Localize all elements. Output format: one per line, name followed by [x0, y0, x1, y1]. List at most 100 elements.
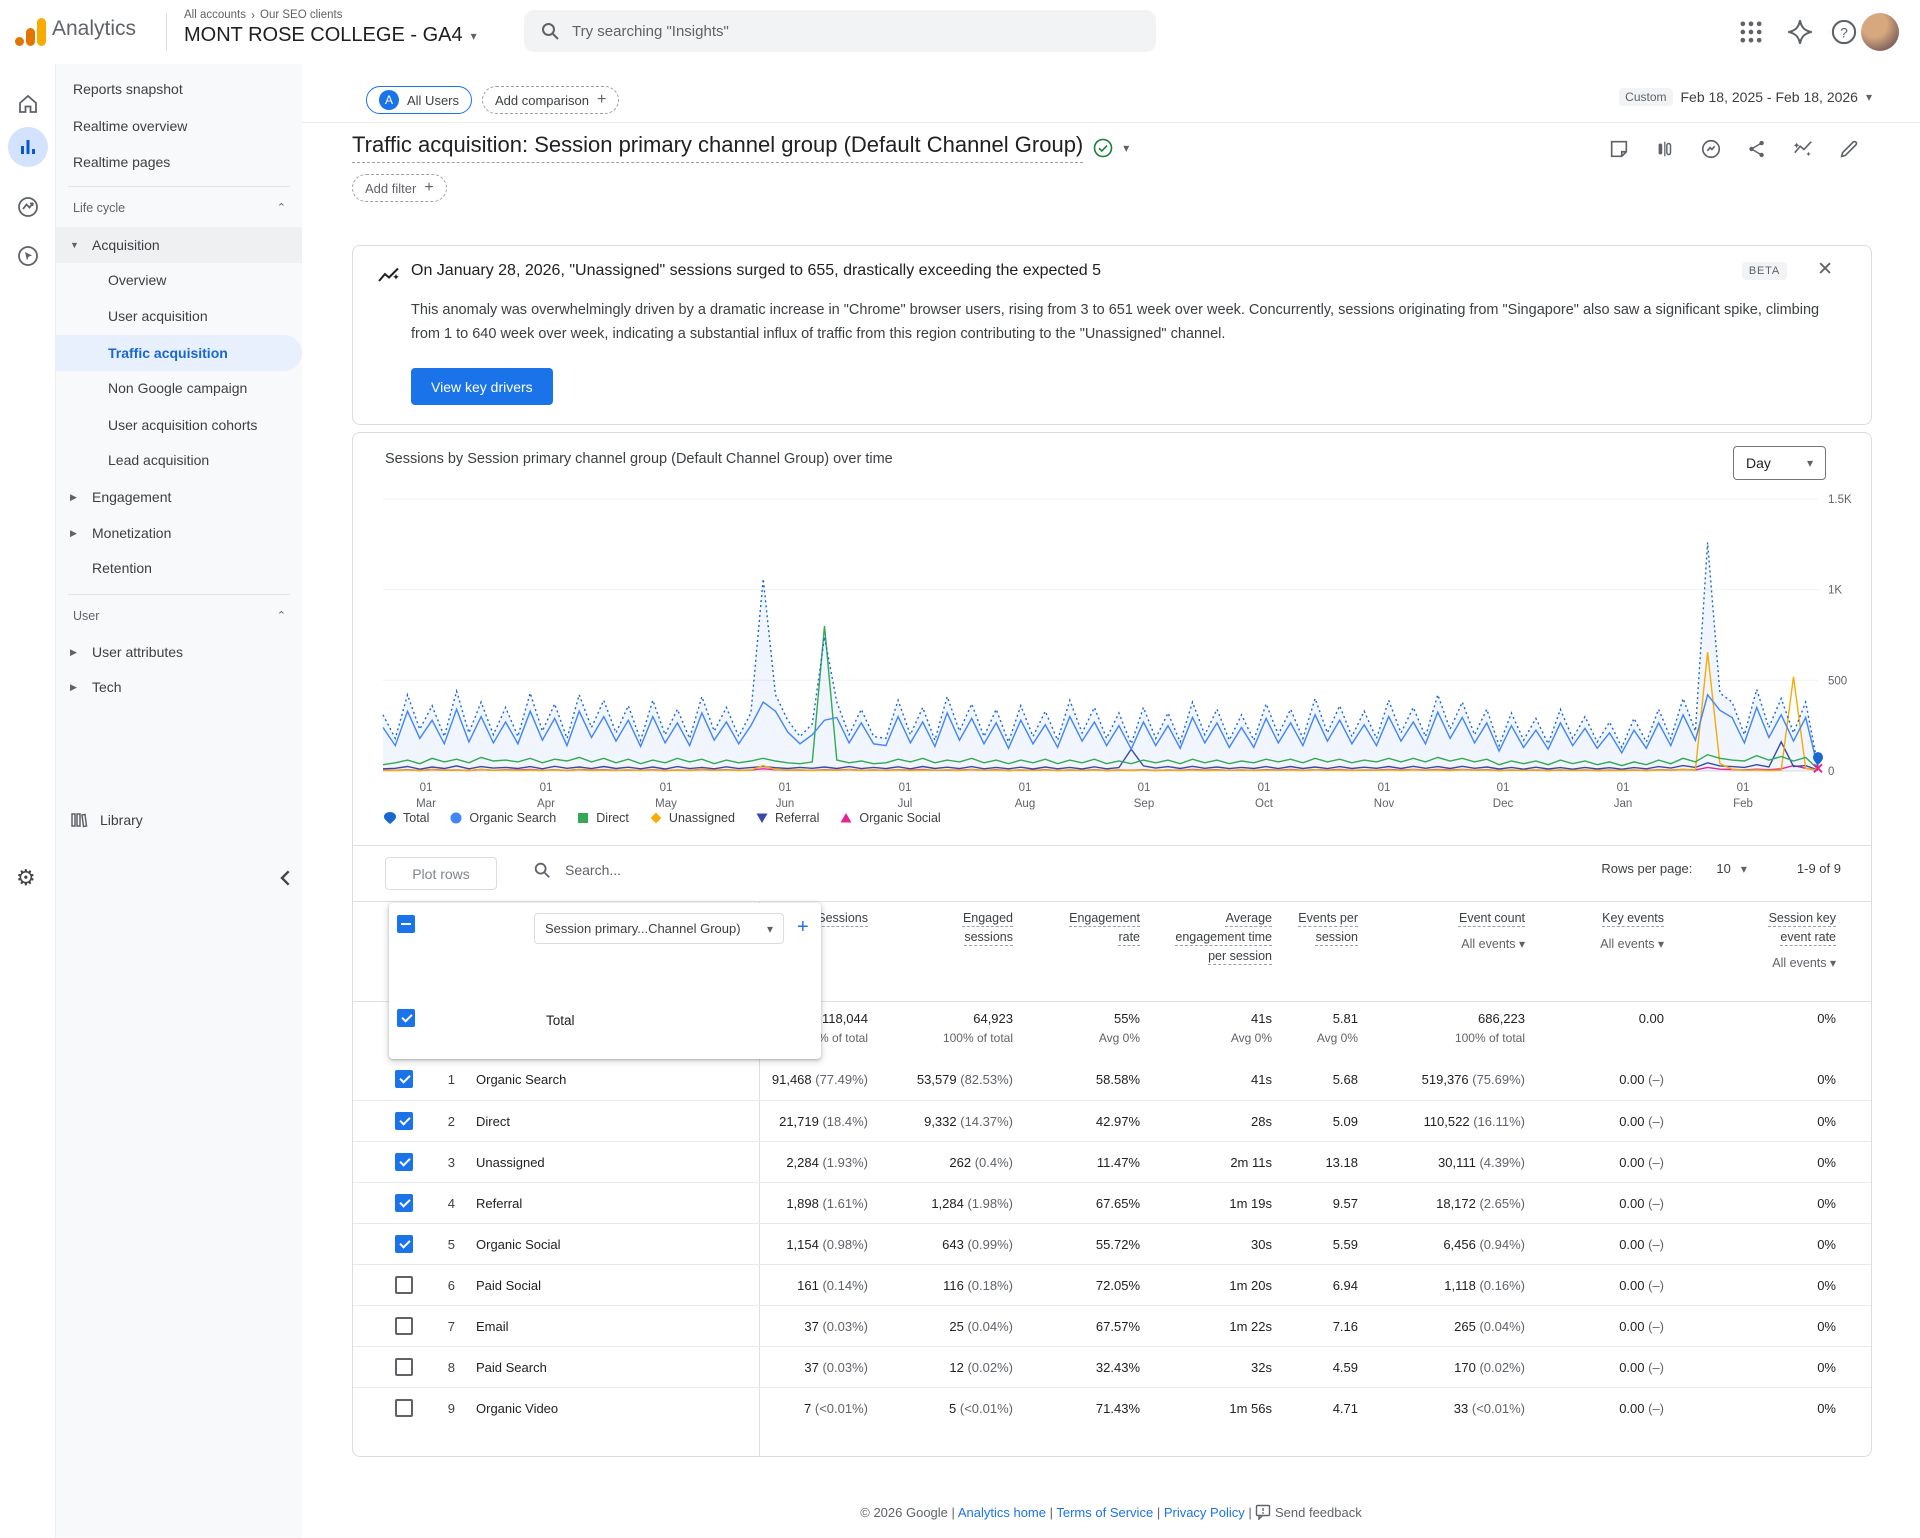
copyright: © 2026 Google	[860, 1505, 948, 1520]
snapshot-note-icon[interactable]	[1608, 138, 1630, 160]
nav-library[interactable]: Library	[56, 802, 302, 838]
table-row-organic-social: 5Organic Social1,154 (0.98%)643 (0.99%)5…	[353, 1223, 1871, 1264]
breadcrumb-all-accounts[interactable]: All accounts	[184, 9, 246, 21]
expand-arrow-icon[interactable]: ▼	[70, 227, 79, 263]
home-icon[interactable]	[16, 92, 40, 116]
row-checkbox[interactable]	[395, 1317, 413, 1335]
row-checkbox[interactable]	[395, 1070, 413, 1088]
collapse-section-icon[interactable]: ⌃	[277, 598, 286, 634]
column-header-session-key-event-rate[interactable]: Session key event rateAll events ▾	[1741, 909, 1836, 973]
nav-retention[interactable]: Retention	[56, 550, 302, 586]
row-number: 5	[435, 1237, 455, 1252]
column-header-engaged-sessions[interactable]: Engaged sessions	[933, 909, 1013, 947]
reports-icon-selected[interactable]	[8, 127, 48, 167]
channel-name: Organic Search	[476, 1072, 566, 1087]
engagement-rate-cell: 67.57%	[1096, 1319, 1140, 1334]
plot-rows-button[interactable]: Plot rows	[385, 857, 497, 890]
channel-name: Organic Video	[476, 1401, 558, 1416]
legend-item-referral: Referral	[755, 811, 819, 825]
add-dimension-icon[interactable]: +	[797, 916, 809, 939]
admin-gear-icon[interactable]: ⚙	[16, 865, 40, 889]
breadcrumb[interactable]: All accounts › Our SEO clients	[184, 8, 342, 22]
nav-user-attributes[interactable]: ▶User attributes	[56, 634, 302, 670]
apps-grid-icon[interactable]	[1737, 18, 1765, 46]
report-valid-check-icon[interactable]	[1093, 138, 1113, 158]
column-header-events-per-session[interactable]: Events per session	[1296, 909, 1358, 947]
analytics-home-link[interactable]: Analytics home	[958, 1505, 1046, 1520]
add-filter-chip[interactable]: Add filter+	[352, 174, 447, 202]
column-header-event-count[interactable]: Event countAll events ▾	[1430, 909, 1525, 954]
share-icon[interactable]	[1746, 138, 1768, 160]
nav-user-acquisition-cohorts[interactable]: User acquisition cohorts	[56, 407, 302, 443]
row-checkbox[interactable]	[395, 1399, 413, 1417]
nav-non-google-campaign[interactable]: Non Google campaign	[56, 370, 302, 406]
row-checkbox[interactable]	[395, 1112, 413, 1130]
nav-user-acquisition[interactable]: User acquisition	[56, 298, 302, 334]
column-header-engagement-rate[interactable]: Engagement rate	[1045, 909, 1140, 947]
add-comparison-chip[interactable]: Add comparison+	[482, 86, 619, 114]
avg-engagement-time-cell: 2m 11s	[1230, 1155, 1272, 1170]
property-selector[interactable]: MONT ROSE COLLEGE - GA4 ▾	[184, 24, 477, 47]
advertising-icon[interactable]	[16, 244, 40, 268]
all-users-segment-chip[interactable]: A All Users	[366, 86, 472, 114]
global-search-input[interactable]: Try searching "Insights"	[524, 10, 1156, 52]
gemini-sparkle-icon[interactable]	[1786, 18, 1814, 46]
sessions-cell: 1,898 (1.61%)	[786, 1196, 868, 1211]
explore-icon[interactable]	[16, 195, 40, 219]
nav-reports-snapshot[interactable]: Reports snapshot	[56, 71, 302, 107]
date-range-picker[interactable]: Custom Feb 18, 2025 - Feb 18, 2026 ▾	[1619, 88, 1872, 106]
close-icon[interactable]: ✕	[1817, 258, 1833, 281]
column-header-average-engagement-time-per-session[interactable]: Average engagement time per session	[1162, 909, 1272, 966]
row-checkbox[interactable]	[395, 1153, 413, 1171]
caret-down-icon: ▾	[1807, 456, 1813, 470]
caret-down-icon[interactable]: ▾	[1123, 141, 1129, 155]
realtime-icon[interactable]	[1700, 138, 1722, 160]
key-events-cell: 0.00 (–)	[1619, 1360, 1664, 1375]
nav-section-lifecycle[interactable]: Life cycle⌃	[56, 190, 302, 226]
expand-arrow-icon[interactable]: ▶	[70, 634, 77, 670]
nav-traffic-acquisition-selected[interactable]: Traffic acquisition	[56, 335, 302, 371]
help-icon[interactable]: ?	[1830, 18, 1858, 46]
divider	[302, 122, 1920, 123]
row-checkbox[interactable]	[395, 1358, 413, 1376]
svg-text:Apr: Apr	[537, 798, 555, 810]
view-key-drivers-button[interactable]: View key drivers	[411, 368, 553, 405]
rows-per-page-value[interactable]: 10	[1716, 861, 1730, 876]
nav-realtime-overview[interactable]: Realtime overview	[56, 108, 302, 144]
breadcrumb-seo-clients[interactable]: Our SEO clients	[260, 9, 342, 21]
expand-arrow-icon[interactable]: ▶	[70, 515, 77, 551]
svg-text:01: 01	[660, 782, 673, 794]
events-per-session-cell: 13.18	[1325, 1155, 1358, 1170]
row-checkbox[interactable]	[395, 1235, 413, 1253]
nav-overview[interactable]: Overview	[56, 262, 302, 298]
nav-realtime-pages[interactable]: Realtime pages	[56, 144, 302, 180]
insights-icon[interactable]	[1792, 138, 1814, 160]
user-avatar[interactable]	[1861, 13, 1899, 51]
expand-arrow-icon[interactable]: ▶	[70, 669, 77, 705]
terms-link[interactable]: Terms of Service	[1056, 1505, 1153, 1520]
table-search-input[interactable]: Search...	[533, 861, 621, 879]
collapse-sidenav-icon[interactable]	[270, 862, 302, 894]
send-feedback-link[interactable]: Send feedback	[1275, 1505, 1362, 1520]
event-count-cell: 6,456 (0.94%)	[1443, 1237, 1525, 1252]
expand-arrow-icon[interactable]: ▶	[70, 479, 77, 515]
privacy-link[interactable]: Privacy Policy	[1164, 1505, 1245, 1520]
session-key-event-rate-cell: 0%	[1817, 1319, 1836, 1334]
nav-section-user[interactable]: User⌃	[56, 598, 302, 634]
nav-lead-acquisition[interactable]: Lead acquisition	[56, 442, 302, 478]
nav-tech[interactable]: ▶Tech	[56, 669, 302, 705]
comparison-bars-icon[interactable]	[1654, 138, 1676, 160]
edit-pencil-icon[interactable]	[1838, 138, 1860, 160]
nav-monetization[interactable]: ▶Monetization	[56, 515, 302, 551]
column-header-key-events[interactable]: Key eventsAll events ▾	[1569, 909, 1664, 954]
row-checkbox[interactable]	[395, 1276, 413, 1294]
granularity-select[interactable]: Day▾	[1733, 446, 1826, 480]
nav-engagement[interactable]: ▶Engagement	[56, 479, 302, 515]
nav-acquisition[interactable]: ▼Acquisition	[56, 227, 302, 263]
total-row-checkbox[interactable]	[397, 1009, 415, 1027]
caret-down-icon[interactable]: ▾	[1741, 862, 1747, 876]
collapse-section-icon[interactable]: ⌃	[277, 190, 286, 226]
row-checkbox[interactable]	[395, 1194, 413, 1212]
select-all-checkbox[interactable]	[397, 915, 415, 933]
dimension-selector[interactable]: Session primary...Channel Group)▾	[534, 913, 784, 944]
